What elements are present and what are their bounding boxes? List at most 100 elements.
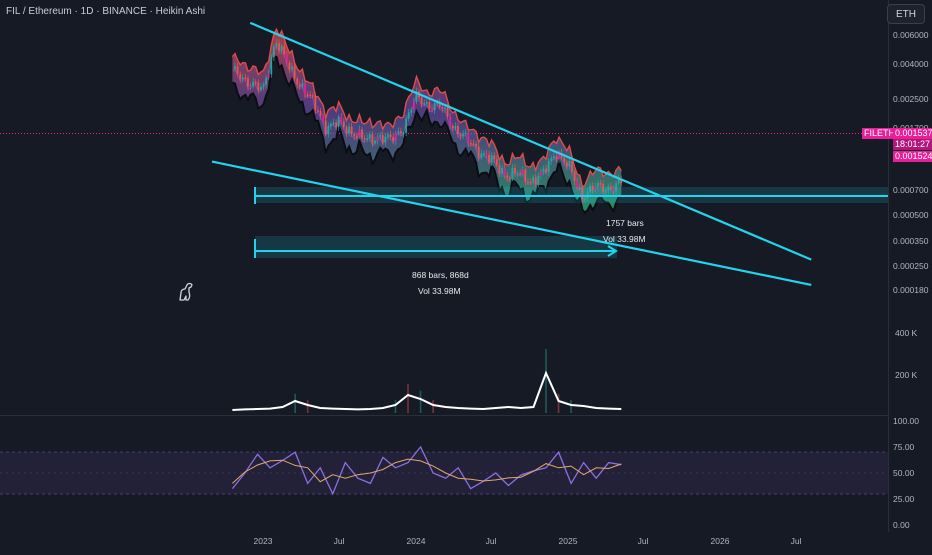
price-tick-label: 0.000350 [893,236,929,246]
candle [236,66,239,74]
candle [490,155,493,163]
candle [322,115,325,121]
volume-bar [407,384,409,413]
candle [293,66,296,79]
measure-short[interactable] [254,236,618,258]
candle [285,54,288,63]
candle [470,142,472,145]
rsi-tick-label: 50.00 [893,468,915,478]
candle [477,146,480,158]
candle [332,122,335,125]
volume-tick-label: 200 K [895,370,918,380]
candle [493,155,496,160]
candle [283,45,286,55]
volume-bar [419,390,422,413]
last-price-badge: 0.001537 [893,128,932,139]
candle [306,94,309,96]
candle [524,169,527,182]
candle [552,156,555,159]
candle [467,132,470,143]
candle [532,177,535,183]
candle [244,77,247,80]
volume-bar [545,349,547,413]
candle [267,74,270,78]
time-tick-label: 2026 [711,536,730,546]
candle [454,126,457,129]
candle [423,103,426,105]
candle [304,83,306,95]
candle [384,136,387,143]
candle [498,164,501,174]
candle [337,116,340,127]
price-tick-label: 0.004000 [893,59,929,69]
candle [311,95,314,97]
candle [540,171,542,177]
candle [252,81,255,87]
candle [462,133,465,137]
candle [241,77,244,80]
candle [340,116,343,122]
candle [247,78,249,87]
candle [485,153,488,155]
candle [324,120,327,134]
candle [495,159,498,165]
candle [366,138,369,140]
volume-bar [557,393,560,413]
candle [270,57,273,75]
candle [265,77,268,85]
candle [301,83,304,87]
candle [488,154,490,163]
candle [387,134,389,137]
price-tick-label: 0.006000 [893,30,929,40]
candle [350,126,353,135]
candle [425,102,428,104]
candle [353,134,356,137]
chart-area[interactable]: 0.0060000.0040000.0025000.0017000.000700… [0,0,932,550]
candle [358,129,361,137]
candle [573,171,576,181]
volume-bar [306,400,309,413]
volume-bar [294,393,296,413]
measure-short-vol: Vol 33.98M [418,286,461,296]
candle [379,135,382,137]
candle [330,123,332,126]
candle [537,176,540,185]
rsi-tick-label: 0.00 [893,520,910,530]
candle [239,73,242,80]
candle [345,126,348,134]
candle [355,136,358,138]
candle [249,86,252,88]
candle [534,177,537,185]
countdown-badge: 18:01:27 [893,139,932,150]
candle [394,133,397,142]
measure-long-vol: Vol 33.98M [603,234,646,244]
candle [428,102,431,109]
measure-long[interactable] [254,187,888,204]
candle [480,153,483,158]
candle [433,103,436,111]
price-tick-label: 0.000500 [893,210,929,220]
candle [527,181,529,184]
currency-button[interactable]: ETH [887,4,925,24]
candle [555,156,558,160]
volume-bar [432,400,434,413]
candle [451,125,454,129]
candle [371,134,374,144]
candle [314,95,317,111]
candle [400,131,402,134]
candle [262,84,265,87]
candle [545,168,547,173]
candle [327,125,330,134]
candle [376,136,379,141]
symbol-badge: FILETH [862,128,898,139]
candle [511,167,514,179]
candle [472,143,475,145]
time-tick-label: Jul [334,536,345,546]
rsi-tick-label: 100.00 [893,416,919,426]
time-tick-label: 2024 [407,536,426,546]
time-tick-label: Jul [486,536,497,546]
candle [363,138,366,140]
time-tick-label: 2025 [559,536,578,546]
candle [475,143,477,147]
candle [529,182,532,184]
